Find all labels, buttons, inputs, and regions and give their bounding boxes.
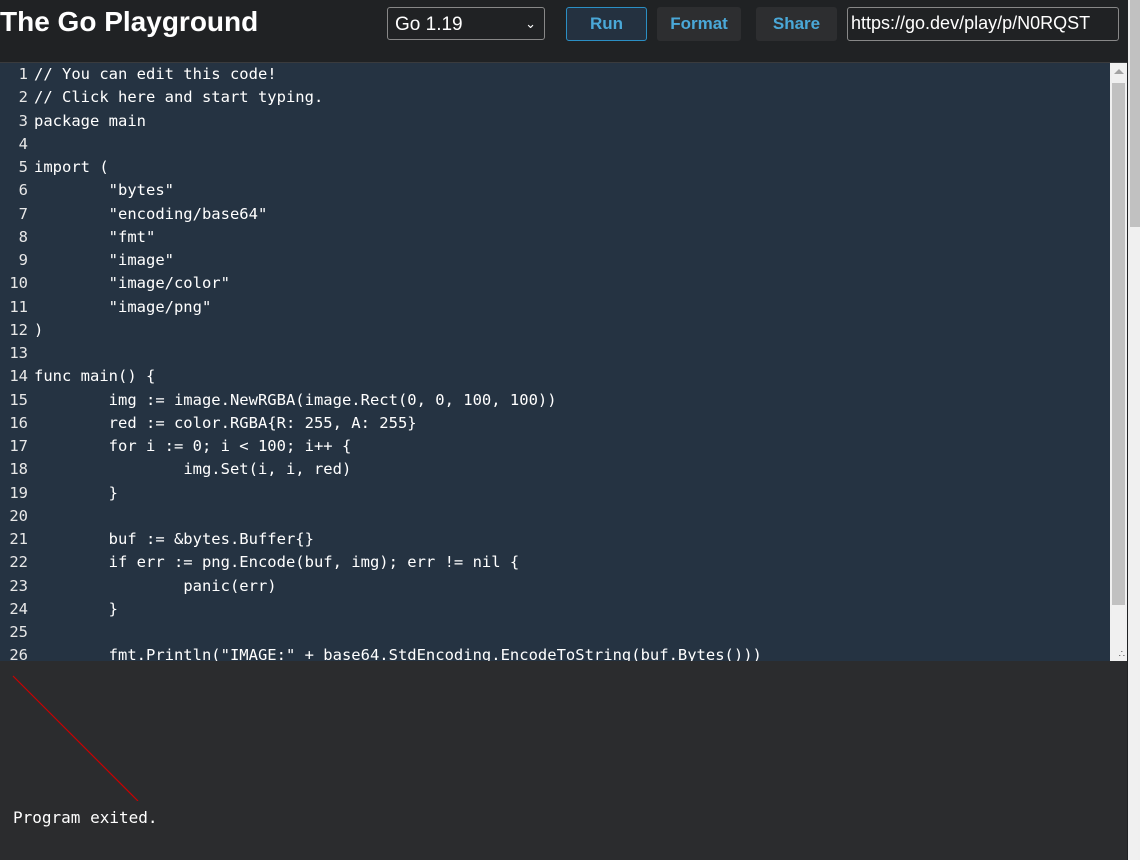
line-text: ) xyxy=(34,320,44,339)
line-number: 25 xyxy=(9,623,28,641)
line-number: 26 xyxy=(9,646,28,662)
line-text: if err := png.Encode(buf, img); err != n… xyxy=(34,553,520,572)
line-number: 5 xyxy=(18,158,28,176)
code-line[interactable]: 19 } xyxy=(0,482,762,505)
line-number: 9 xyxy=(18,251,28,269)
line-number: 13 xyxy=(9,344,28,362)
share-button[interactable]: Share xyxy=(756,7,837,41)
editor-scrollbar-thumb[interactable] xyxy=(1112,83,1125,605)
line-number: 22 xyxy=(9,553,28,572)
line-text: img.Set(i, i, red) xyxy=(34,460,352,479)
line-text: // Click here and start typing. xyxy=(34,88,324,107)
share-url-field[interactable]: https://go.dev/play/p/N0RQST xyxy=(847,7,1119,41)
version-value: Go 1.19 xyxy=(395,14,463,35)
line-number: 24 xyxy=(9,599,28,618)
line-number: 19 xyxy=(9,483,28,502)
line-number: 6 xyxy=(18,181,28,200)
code-line[interactable]: 20 xyxy=(0,505,762,528)
go-version-select[interactable]: Go 1.19 ⌄ xyxy=(387,7,545,40)
program-status: Program exited. xyxy=(13,808,158,827)
line-text: } xyxy=(34,483,118,502)
code-line[interactable]: 25 xyxy=(0,621,762,644)
code-line[interactable]: 15 img := image.NewRGBA(image.Rect(0, 0,… xyxy=(0,389,762,412)
code-line[interactable]: 13 xyxy=(0,342,762,365)
line-number: 17 xyxy=(9,437,28,455)
page-scrollbar[interactable] xyxy=(1128,0,1140,860)
line-text: buf := &bytes.Buffer{} xyxy=(34,530,314,548)
line-text: red := color.RGBA{R: 255, A: 255} xyxy=(34,413,417,432)
output-panel: Program exited. xyxy=(0,661,1127,860)
code-line[interactable]: 7 "encoding/base64" xyxy=(0,203,762,226)
line-number: 4 xyxy=(18,134,28,153)
red-diagonal-line xyxy=(12,675,139,801)
code-line[interactable]: 23 panic(err) xyxy=(0,575,762,598)
code-line[interactable]: 11 "image/png" xyxy=(0,296,762,319)
line-number: 1 xyxy=(18,65,28,83)
line-number: 2 xyxy=(18,88,28,107)
line-number: 8 xyxy=(18,227,28,246)
line-number: 21 xyxy=(9,530,28,548)
code-line[interactable]: 6 "bytes" xyxy=(0,179,762,202)
line-text: "fmt" xyxy=(34,227,156,246)
code-line[interactable]: 9 "image" xyxy=(0,249,762,272)
code-line[interactable]: 16 red := color.RGBA{R: 255, A: 255} xyxy=(0,412,762,435)
code-line[interactable]: 24 } xyxy=(0,598,762,621)
code-line[interactable]: 22 if err := png.Encode(buf, img); err !… xyxy=(0,551,762,574)
code-line[interactable]: 3 package main xyxy=(0,110,762,133)
line-text: "image/color" xyxy=(34,274,230,293)
code-line[interactable]: 14 func main() { xyxy=(0,365,762,388)
line-text: for i := 0; i < 100; i++ { xyxy=(34,437,352,455)
chevron-down-icon: ⌄ xyxy=(525,16,536,31)
line-text: import ( xyxy=(34,158,109,176)
line-text: package main xyxy=(34,111,146,130)
line-number: 18 xyxy=(9,460,28,479)
line-number: 16 xyxy=(9,413,28,432)
code-editor[interactable]: 1 // You can edit this code! 2 // Click her… xyxy=(0,62,1127,662)
code-line[interactable]: 8 "fmt" xyxy=(0,226,762,249)
code-line[interactable]: 5 import ( xyxy=(0,156,762,179)
line-number: 10 xyxy=(9,274,28,293)
line-text: fmt.Println("IMAGE:" + base64.StdEncodin… xyxy=(34,646,762,662)
line-text: "encoding/base64" xyxy=(34,204,268,223)
line-text: panic(err) xyxy=(34,576,277,595)
line-text: "image" xyxy=(34,251,174,269)
code-line[interactable]: 2 // Click here and start typing. xyxy=(0,86,762,109)
code-line[interactable]: 18 img.Set(i, i, red) xyxy=(0,458,762,481)
resize-grip-icon[interactable]: ∴ xyxy=(1119,649,1125,660)
line-text: "image/png" xyxy=(34,297,212,316)
line-text: "bytes" xyxy=(34,181,174,200)
page-title: The Go Playground xyxy=(0,6,259,37)
line-number: 7 xyxy=(18,204,28,223)
line-text: } xyxy=(34,599,118,618)
line-number: 20 xyxy=(9,506,28,525)
code-line[interactable]: 4 xyxy=(0,133,762,156)
page-scrollbar-thumb[interactable] xyxy=(1130,0,1140,227)
code-line[interactable]: 10 "image/color" xyxy=(0,272,762,295)
code-line[interactable]: 21 buf := &bytes.Buffer{} xyxy=(0,528,762,551)
line-number: 23 xyxy=(9,576,28,595)
code-line[interactable]: 26 fmt.Println("IMAGE:" + base64.StdEnco… xyxy=(0,644,762,662)
scroll-up-icon[interactable] xyxy=(1114,69,1124,74)
line-text: func main() { xyxy=(34,367,156,386)
header: The Go Playground Go 1.19 ⌄ Run Format Sh… xyxy=(0,0,1128,50)
line-number: 3 xyxy=(18,111,28,130)
line-number: 15 xyxy=(9,390,28,409)
line-text: // You can edit this code! xyxy=(34,65,277,83)
code-lines[interactable]: 1 // You can edit this code! 2 // Click her… xyxy=(0,63,762,662)
output-image xyxy=(12,675,139,801)
line-number: 12 xyxy=(9,320,28,339)
code-line[interactable]: 17 for i := 0; i < 100; i++ { xyxy=(0,435,762,458)
line-number: 14 xyxy=(9,367,28,386)
line-text: img := image.NewRGBA(image.Rect(0, 0, 10… xyxy=(34,390,557,409)
run-button[interactable]: Run xyxy=(566,7,647,41)
code-line[interactable]: 12) xyxy=(0,319,762,342)
format-button[interactable]: Format xyxy=(657,7,741,41)
editor-scrollbar[interactable]: ∴ xyxy=(1110,63,1127,662)
code-line[interactable]: 1 // You can edit this code! xyxy=(0,63,762,86)
line-number: 11 xyxy=(9,297,28,316)
